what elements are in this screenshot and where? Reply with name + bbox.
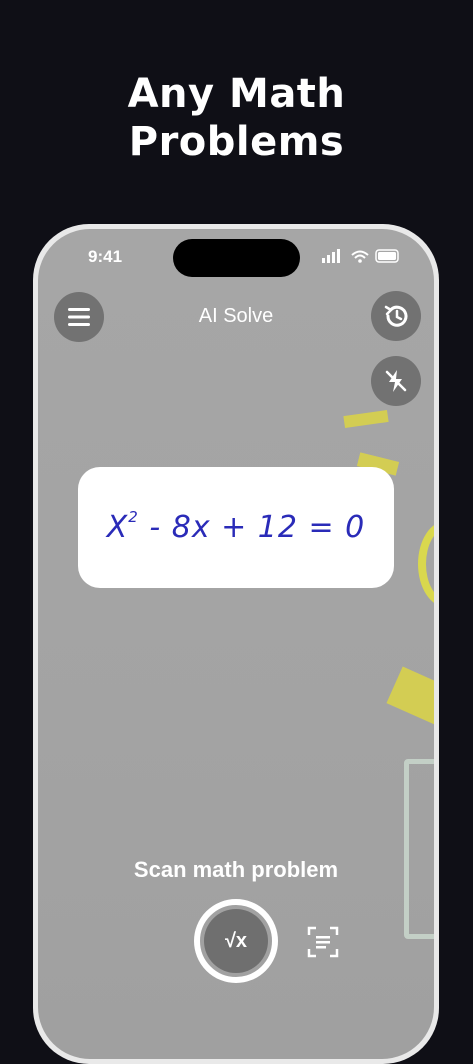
eraser-decoration	[386, 666, 434, 728]
flash-off-icon	[385, 370, 407, 392]
equation-rest: - 8x + 12 = 0	[149, 510, 366, 545]
problem-card: X2 - 8x + 12 = 0	[78, 467, 394, 588]
headline-line-2: Problems	[128, 119, 345, 165]
promo-headline: Any Math Problems	[0, 70, 473, 166]
text-scan-icon	[307, 926, 339, 958]
signal-wifi-battery-icon	[322, 249, 399, 263]
equation-text: X2 - 8x + 12 = 0	[106, 508, 366, 545]
history-icon	[384, 305, 408, 327]
shutter-button[interactable]: √x	[194, 899, 278, 983]
sqrt-icon: √x	[204, 909, 268, 973]
scan-label: Scan math problem	[133, 857, 339, 882]
headline-line-1: Any Math	[127, 71, 346, 117]
dynamic-island	[173, 239, 300, 277]
status-icons	[322, 249, 402, 263]
ruler-decoration	[404, 759, 434, 939]
equation-base: X	[106, 510, 129, 545]
equation-exponent: 2	[128, 508, 139, 526]
phone-screen: 9:41 AI Solve X2 - 8x + 12 = 0 Scan math…	[38, 229, 434, 1059]
history-button[interactable]	[371, 291, 421, 341]
status-time: 9:41	[88, 247, 123, 266]
clip-decoration-1	[343, 409, 389, 429]
ring-decoration	[418, 521, 434, 607]
flash-toggle-button[interactable]	[371, 356, 421, 406]
text-scan-button[interactable]	[306, 925, 340, 959]
